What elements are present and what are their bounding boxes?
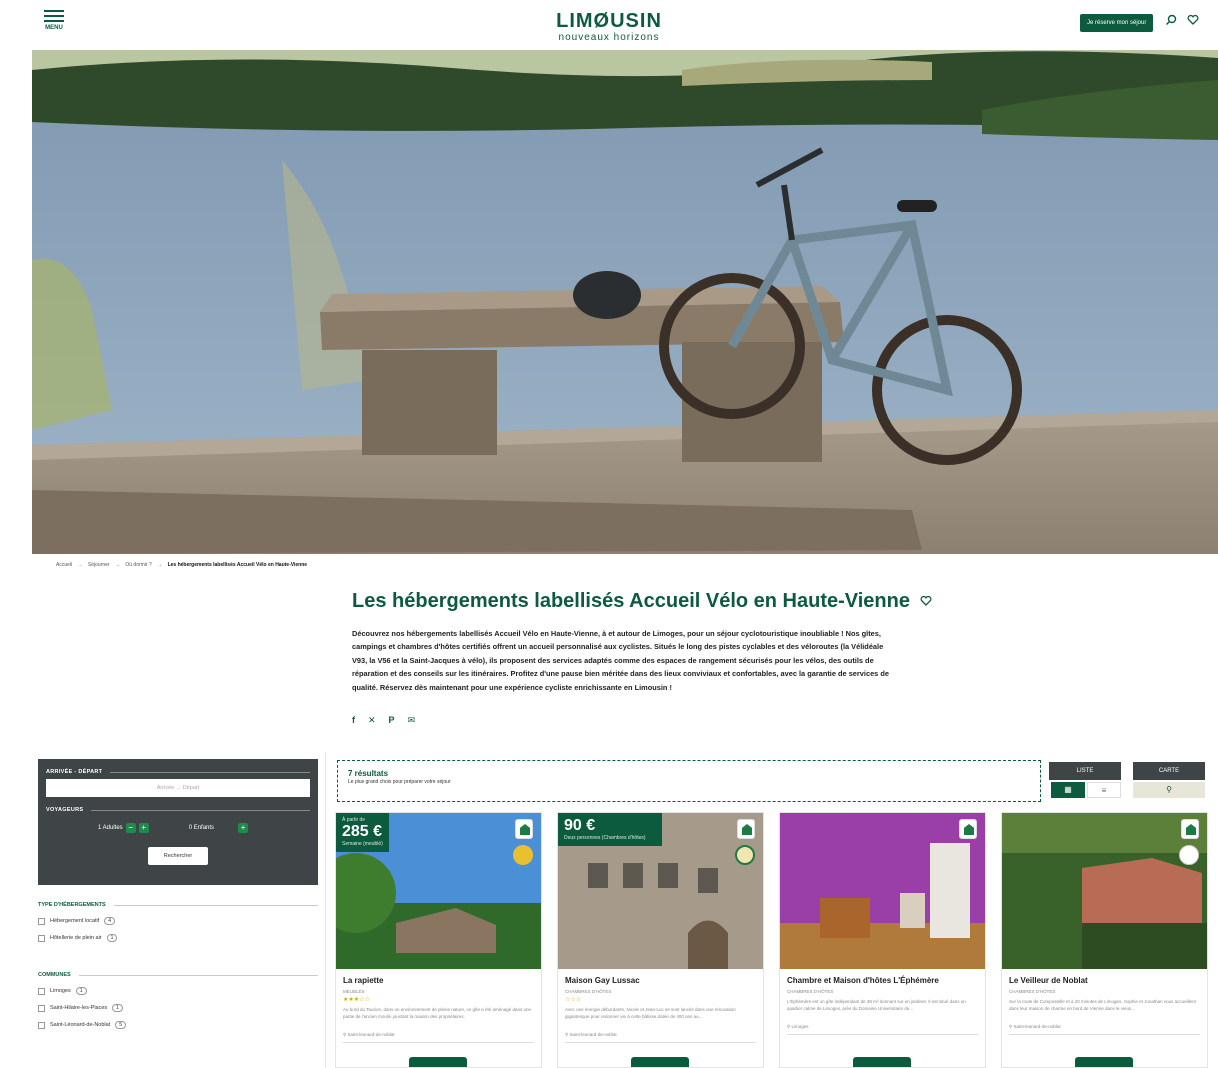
commune-option[interactable]: Saint-Hilaire-les-Places 1 [38, 1004, 318, 1012]
card-location: ⚲ Saint-leonard-de-noblat [1009, 1024, 1200, 1035]
divider [325, 752, 326, 1068]
x-icon[interactable]: ✕ [368, 715, 376, 726]
breadcrumb-home[interactable]: Accueil [56, 562, 72, 568]
results-count: 7 résultats [348, 769, 389, 778]
search-filters: ARRIVÉE - DÉPART Arrivée → Départ VOYAGE… [38, 759, 318, 885]
search-button[interactable]: Rechercher [148, 847, 208, 865]
children-increment-button[interactable]: + [238, 823, 249, 833]
checkbox[interactable] [38, 1004, 45, 1012]
breadcrumb-sejourner[interactable]: Séjourner [88, 562, 110, 568]
email-icon[interactable]: ✉ [408, 715, 416, 726]
label-badge-icon [1179, 845, 1199, 865]
star-rating: ★★★☆☆ [343, 997, 370, 1003]
results-summary: 7 résultats Le plus grand choix pour pré… [337, 760, 1041, 802]
price-badge: À partir de 285 € Semaine (meublé) [336, 813, 389, 852]
price-badge: 90 € Deux personnes (Chambres d'hôtes) [558, 813, 662, 846]
checkbox[interactable] [38, 917, 45, 925]
heart-icon[interactable] [1185, 14, 1201, 30]
type-filter-label: TYPE D'HÉBERGEMENTS [38, 902, 318, 908]
grid-icon[interactable]: ▦ [1051, 782, 1085, 798]
card-description: Sur la route de Compostelle et à 20 minu… [1009, 999, 1196, 1011]
accommodation-card[interactable]: Le Veilleur de Noblat CHAMBRES D'HÔTES S… [1001, 812, 1208, 1068]
adults-increment-button[interactable]: + [138, 823, 149, 833]
tab-map[interactable]: CARTE [1133, 762, 1205, 780]
card-location: ⚲ Limoges [787, 1024, 978, 1035]
results-subtitle: Le plus grand choix pour préparer votre … [348, 779, 451, 785]
accueil-velo-icon [515, 819, 533, 839]
card-title[interactable]: La rapiette [343, 976, 534, 985]
type-option[interactable]: Hôtellerie de plein air 1 [38, 934, 318, 942]
card-description: Au bord du Taurion, dans un environnemen… [343, 1007, 532, 1019]
book-stay-button[interactable]: Je réserve mon séjour [1080, 14, 1154, 32]
card-title[interactable]: Le Veilleur de Noblat [1009, 976, 1200, 985]
card-image [1002, 813, 1207, 969]
heart-icon[interactable] [920, 590, 932, 613]
type-option[interactable]: Hébergement locatif 4 [38, 917, 318, 925]
accommodation-card[interactable]: 90 € Deux personnes (Chambres d'hôtes) M… [557, 812, 764, 1068]
card-location: ⚲ Saint-leonard-de-noblat [343, 1032, 534, 1043]
children-count: 0 Enfants [188, 825, 215, 831]
accueil-velo-icon [959, 819, 977, 839]
card-description: L'Éphémère est un gîte indépendant de 38… [787, 999, 966, 1011]
search-icon[interactable] [1163, 14, 1179, 30]
label-badge-icon [735, 845, 755, 865]
card-view-button[interactable] [853, 1057, 911, 1067]
logo-tagline: nouveaux horizons [558, 32, 660, 43]
accommodation-type-filter: TYPE D'HÉBERGEMENTS Hébergement locatif 4… [38, 902, 318, 942]
commune-option[interactable]: Saint-Léonard-de-Noblat 5 [38, 1021, 318, 1029]
card-view-button[interactable] [631, 1057, 689, 1067]
breadcrumb-separator: → [157, 562, 163, 568]
page-intro: Découvrez nos hébergements labellisés Ac… [352, 629, 889, 692]
checkbox[interactable] [38, 1021, 45, 1029]
card-type: CHAMBRES D'HÔTES [565, 989, 612, 994]
communes-filter-label: COMMUNES [38, 972, 318, 978]
communes-filter: COMMUNES Limoges 1 Saint-Hilaire-les-Plac… [38, 972, 318, 1029]
card-title[interactable]: Maison Gay Lussac [565, 976, 756, 985]
checkbox[interactable] [38, 987, 45, 995]
site-header: MENU LIMØUSIN nouveaux horizons Je réser… [0, 0, 1218, 50]
card-type: CHAMBRES D'HÔTES [1009, 989, 1056, 994]
list-icon[interactable]: ≡ [1087, 782, 1121, 798]
adults-decrement-button[interactable]: − [125, 823, 136, 833]
accueil-velo-icon [1181, 819, 1199, 839]
map-pin-icon[interactable]: ⚲ [1133, 782, 1205, 798]
tab-list[interactable]: LISTE [1049, 762, 1121, 780]
adults-count: 1 Adultes [98, 825, 123, 831]
card-view-button[interactable] [409, 1057, 467, 1067]
dates-input[interactable]: Arrivée → Départ [46, 779, 310, 797]
share-bar: f ✕ P ✉ [352, 715, 415, 726]
breadcrumb-ou-dormir[interactable]: Où dormir ? [125, 562, 151, 568]
travellers-row: 1 Adultes − + 0 Enfants + [46, 823, 310, 833]
breadcrumb-current: Les hébergements labellisés Accueil Vélo… [167, 562, 308, 568]
card-description: Avec une énergie débordante, Nicole et J… [565, 1007, 736, 1019]
card-image: 90 € Deux personnes (Chambres d'hôtes) [558, 813, 763, 969]
card-image: À partir de 285 € Semaine (meublé) [336, 813, 541, 969]
page-title: Les hébergements labellisés Accueil Vélo… [352, 590, 932, 613]
card-type: MEUBLÉS [343, 989, 365, 994]
commune-option[interactable]: Limoges 1 [38, 987, 318, 995]
card-type: CHAMBRES D'HÔTES [787, 989, 834, 994]
checkbox[interactable] [38, 934, 45, 942]
accommodation-card[interactable]: À partir de 285 € Semaine (meublé) La ra… [335, 812, 542, 1068]
star-rating: ☆☆☆ [565, 997, 582, 1003]
breadcrumb-separator: → [114, 562, 120, 568]
card-location: ⚲ Saint-leonard-de-noblat [565, 1032, 756, 1043]
card-view-button[interactable] [1075, 1057, 1133, 1067]
dates-label: ARRIVÉE - DÉPART [46, 769, 310, 775]
card-title[interactable]: Chambre et Maison d'hôtes L'Éphémère [787, 976, 978, 985]
pinterest-icon[interactable]: P [389, 715, 395, 726]
accommodation-card[interactable]: Chambre et Maison d'hôtes L'Éphémère CHA… [779, 812, 986, 1068]
logo-brand: LIMØUSIN [556, 10, 662, 32]
label-badge-icon [513, 845, 533, 865]
accueil-velo-icon [737, 819, 755, 839]
travellers-label: VOYAGEURS [46, 807, 310, 813]
breadcrumb: Accueil → Séjourner → Où dormir ? → Les … [56, 562, 307, 568]
facebook-icon[interactable]: f [352, 715, 355, 726]
card-image [780, 813, 985, 969]
site-logo[interactable]: LIMØUSIN nouveaux horizons [0, 10, 1218, 43]
breadcrumb-separator: → [77, 562, 83, 568]
hero-image [32, 50, 1218, 554]
